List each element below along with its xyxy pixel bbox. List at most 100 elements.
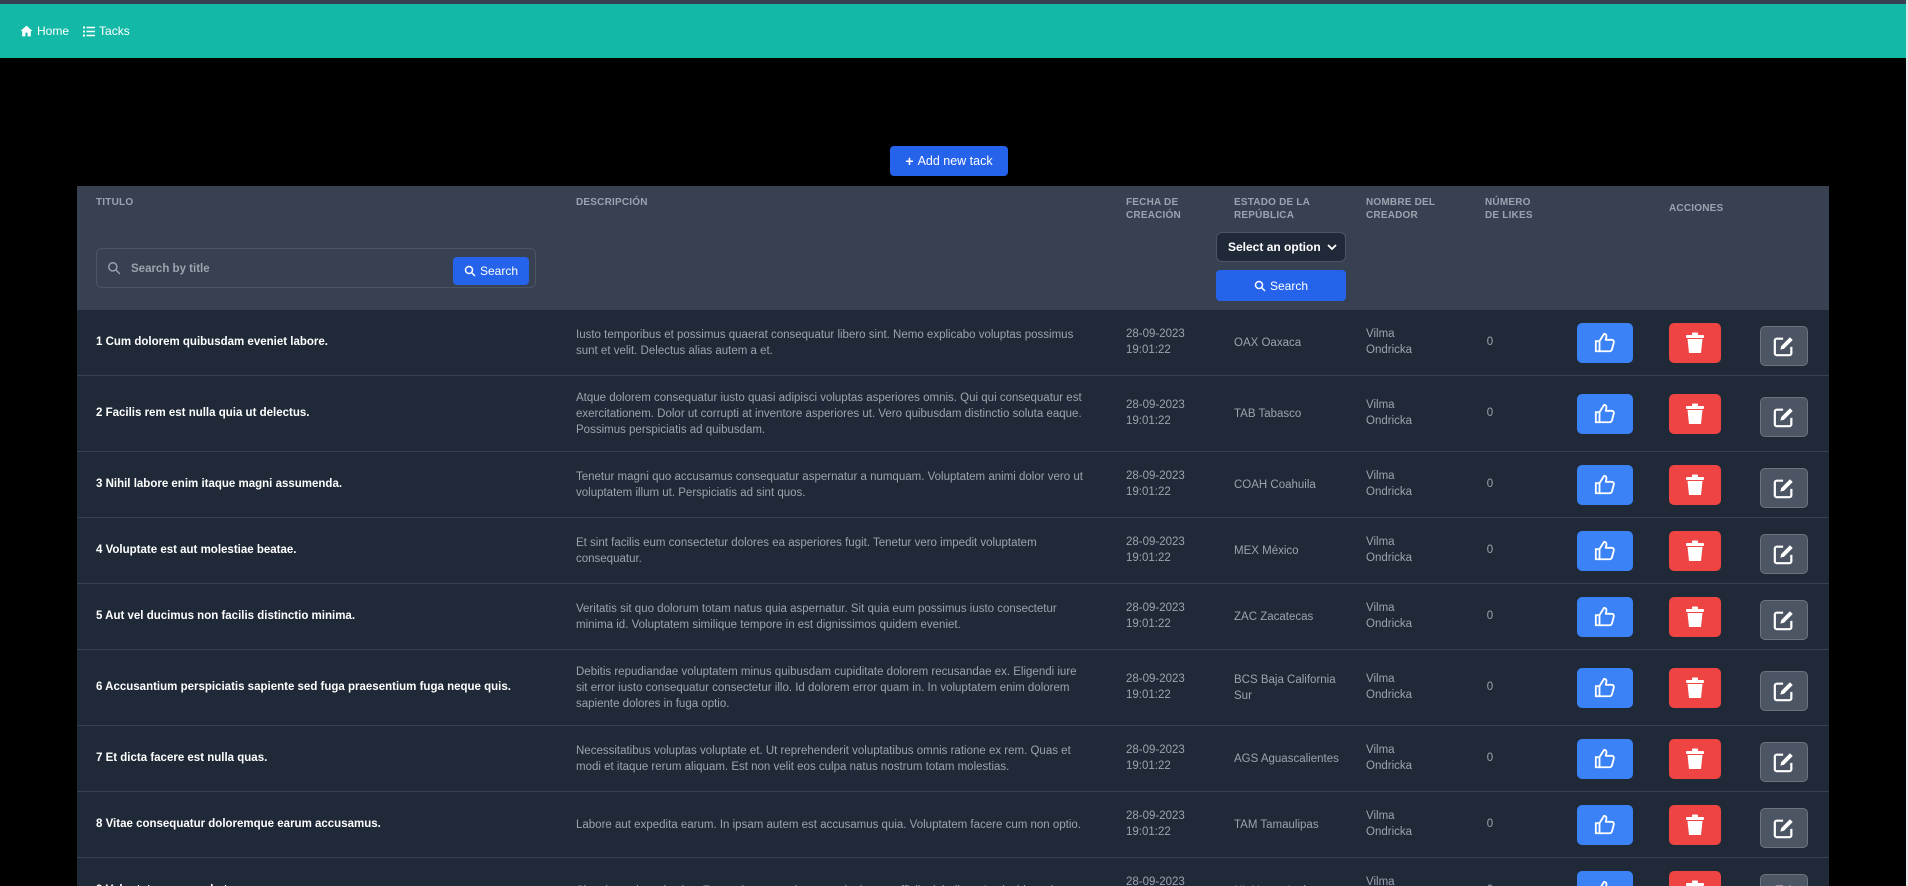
row-creador: Vilma Ondricka <box>1366 470 1413 498</box>
nav-tacks-link[interactable]: Tacks <box>83 24 130 38</box>
like-button[interactable] <box>1577 805 1633 845</box>
row-description: Labore aut expedita earum. In ipsam aute… <box>576 819 1082 831</box>
header-fecha-line2: CREACIÓN <box>1126 210 1181 221</box>
row-estado: COAH Coahuila <box>1234 479 1316 491</box>
nav-home-link[interactable]: Home <box>20 24 69 38</box>
header-titulo: TITULO <box>96 197 134 208</box>
title-search-button-label: Search <box>479 264 519 278</box>
row-description: Atque dolorem consequatur iusto quasi ad… <box>576 392 1082 436</box>
header-likes-line1: NÚMERO <box>1485 197 1531 208</box>
delete-button[interactable] <box>1669 597 1721 637</box>
row-fecha: 28-09-2023 19:01:22 <box>1126 808 1216 840</box>
edit-button[interactable] <box>1760 468 1808 508</box>
nav-tacks-label: Tacks <box>99 24 130 38</box>
row-creador: Vilma Ondricka <box>1366 876 1395 886</box>
delete-button[interactable] <box>1669 739 1721 779</box>
row-time: 19:01:22 <box>1126 618 1171 630</box>
row-date: 28-09-2023 <box>1126 602 1185 614</box>
row-time: 19:01:22 <box>1126 689 1171 701</box>
row-likes-count: 0 <box>1486 478 1494 490</box>
row-likes-count: 0 <box>1486 544 1494 556</box>
row-likes-count: 0 <box>1475 882 1505 886</box>
row-estado: TAB Tabasco <box>1234 408 1302 420</box>
row-description: Tenetur magni quo accusamus consequatur … <box>576 471 1083 499</box>
row-creador: Vilma Ondricka <box>1366 602 1413 630</box>
like-button[interactable] <box>1577 597 1633 637</box>
edit-button[interactable] <box>1760 742 1808 782</box>
row-time: 19:01:22 <box>1126 415 1171 427</box>
table-row: 1 Cum dolorem quibusdam eveniet labore. I… <box>77 310 1829 376</box>
row-description: Et sint facilis eum consectetur dolores … <box>576 537 1037 565</box>
row-estado: ZAC Zacatecas <box>1234 611 1314 623</box>
edit-button[interactable] <box>1760 808 1808 848</box>
row-estado: TAM Tamaulipas <box>1234 819 1319 831</box>
edit-icon <box>1773 408 1793 428</box>
edit-button[interactable] <box>1760 534 1808 574</box>
table-row: 5 Aut vel ducimus non facilis distinctio… <box>77 584 1829 650</box>
like-button[interactable] <box>1577 739 1633 779</box>
table-row: 9 Voluptatem eos sed ut.Sint eius quis m… <box>77 858 1829 886</box>
edit-icon <box>1773 753 1793 773</box>
header-estado-line2: REPÚBLICA <box>1234 210 1295 221</box>
like-button[interactable] <box>1577 871 1633 886</box>
edit-button[interactable] <box>1760 397 1808 437</box>
trash-icon <box>1686 332 1704 353</box>
like-button[interactable] <box>1577 465 1633 505</box>
like-button[interactable] <box>1577 323 1633 363</box>
edit-button[interactable] <box>1760 326 1808 366</box>
row-time: 19:01:22 <box>1126 826 1171 838</box>
row-fecha: 28-09-2023 19:01:22 <box>1126 671 1216 703</box>
edit-icon <box>1773 611 1793 631</box>
row-description: Debitis repudiandae voluptatem minus qui… <box>576 666 1077 710</box>
home-icon <box>20 25 33 37</box>
row-title: 1 Cum dolorem quibusdam eveniet labore. <box>96 336 328 348</box>
add-new-tack-button[interactable]: + Add new tack <box>890 146 1008 176</box>
header-fecha-line1: FECHA DE <box>1126 197 1179 208</box>
estado-search-button-label: Search <box>1269 278 1309 293</box>
row-fecha: 28-09-2023 19:01:22 <box>1126 468 1216 500</box>
edit-button[interactable] <box>1760 874 1808 886</box>
navbar: Home Tacks <box>0 4 1906 58</box>
delete-button[interactable] <box>1669 805 1721 845</box>
search-icon <box>1254 280 1266 292</box>
row-description: Veritatis sit quo dolorum totam natus qu… <box>576 603 1057 631</box>
row-creador: Vilma Ondricka <box>1366 328 1413 356</box>
estado-search-button[interactable]: Search <box>1216 270 1346 301</box>
row-likes-count: 0 <box>1486 407 1494 419</box>
delete-button[interactable] <box>1669 668 1721 708</box>
row-date: 28-09-2023 <box>1126 673 1185 685</box>
row-description: Iusto temporibus et possimus quaerat con… <box>576 329 1074 357</box>
table-row: 8 Vitae consequatur doloremque earum acc… <box>77 792 1829 858</box>
edit-button[interactable] <box>1760 671 1808 711</box>
row-title: 3 Nihil labore enim itaque magni assumen… <box>96 478 343 490</box>
delete-button[interactable] <box>1669 394 1721 434</box>
estado-select[interactable]: Select an option <box>1216 232 1346 262</box>
delete-button[interactable] <box>1669 531 1721 571</box>
title-search-button[interactable]: Search <box>453 257 529 285</box>
row-creador: Vilma Ondricka <box>1366 536 1413 564</box>
row-creador: Vilma Ondricka <box>1366 399 1413 427</box>
row-likes-count: 0 <box>1486 752 1494 764</box>
thumbs-up-icon <box>1594 606 1615 627</box>
header-likes: NÚMERO DE LIKES <box>1485 196 1533 222</box>
edit-icon <box>1773 819 1793 839</box>
trash-icon <box>1686 606 1704 627</box>
row-time: 19:01:22 <box>1126 552 1171 564</box>
row-estado: OAX Oaxaca <box>1234 337 1302 349</box>
title-search-input[interactable] <box>129 257 453 281</box>
like-button[interactable] <box>1577 394 1633 434</box>
row-likes-count: 0 <box>1486 681 1494 693</box>
like-button[interactable] <box>1577 531 1633 571</box>
row-title: 4 Voluptate est aut molestiae beatae. <box>96 544 297 556</box>
row-title: 7 Et dicta facere est nulla quas. <box>96 752 268 764</box>
delete-button[interactable] <box>1669 465 1721 505</box>
delete-button[interactable] <box>1669 871 1721 886</box>
row-date: 28-09-2023 <box>1126 536 1185 548</box>
row-title: 8 Vitae consequatur doloremque earum acc… <box>96 818 381 830</box>
row-fecha: 28-09-2023 19:01:22 <box>1126 397 1216 429</box>
like-button[interactable] <box>1577 668 1633 708</box>
header-estado: ESTADO DE LA REPÚBLICA <box>1234 196 1310 222</box>
edit-button[interactable] <box>1760 600 1808 640</box>
table-row: 3 Nihil labore enim itaque magni assumen… <box>77 452 1829 518</box>
delete-button[interactable] <box>1669 323 1721 363</box>
